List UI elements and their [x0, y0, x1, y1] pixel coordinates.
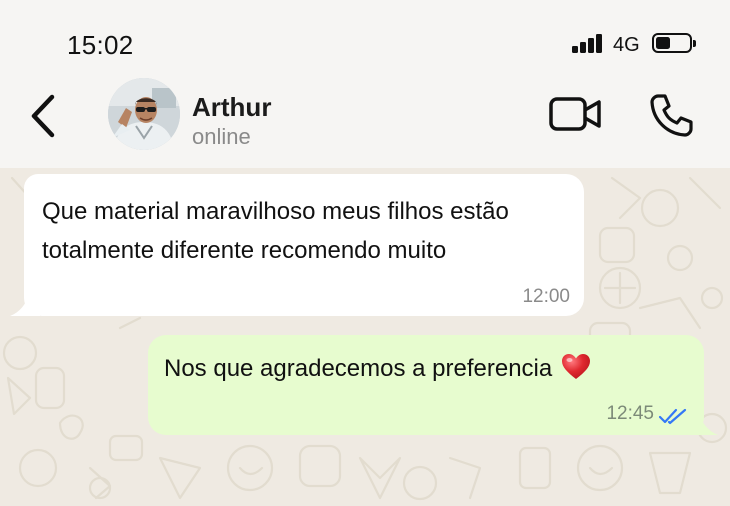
- back-button[interactable]: [26, 92, 60, 140]
- contact-name[interactable]: Arthur: [192, 92, 271, 123]
- network-label: 4G: [613, 34, 640, 56]
- double-check-icon: [658, 408, 687, 425]
- video-call-button[interactable]: [548, 94, 604, 134]
- phone-icon: [650, 94, 693, 137]
- status-time: 15:02: [67, 30, 134, 60]
- incoming-message-bubble[interactable]: Que material maravilhoso meus filhos est…: [10, 174, 584, 316]
- bubble-tail: [10, 296, 40, 316]
- message-text: Nos que agradecemos a preferencia: [164, 353, 591, 383]
- avatar[interactable]: [108, 78, 180, 150]
- message-time: 12:00: [522, 286, 570, 307]
- chat-header: Arthur online: [0, 70, 730, 168]
- bubble-tail: [688, 415, 718, 435]
- contact-status: online: [192, 124, 251, 149]
- battery-icon: [652, 33, 696, 53]
- status-bar: 15:02 4G: [0, 0, 730, 70]
- video-camera-icon: [549, 97, 601, 131]
- message-time: 12:45: [606, 403, 654, 424]
- message-text-content: Nos que agradecemos a preferencia: [164, 355, 553, 382]
- heart-icon: [561, 354, 590, 379]
- chevron-left-icon: [31, 94, 55, 138]
- outgoing-message-bubble[interactable]: Nos que agradecemos a preferencia 12:45: [148, 335, 718, 435]
- message-text: Que material maravilhoso meus filhos est…: [42, 198, 509, 264]
- signal-icon: [572, 33, 606, 53]
- chat-area[interactable]: Que material maravilhoso meus filhos est…: [0, 168, 730, 506]
- voice-call-button[interactable]: [648, 92, 694, 138]
